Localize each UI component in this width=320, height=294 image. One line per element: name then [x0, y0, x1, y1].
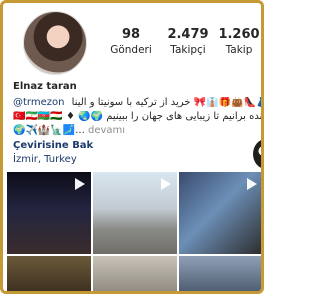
followers-count[interactable]: 2.479 Takipçi [159, 27, 217, 56]
profile-avatar[interactable] [23, 11, 87, 75]
post-tile[interactable] [6, 171, 92, 255]
profile-name: Elnaz taran [13, 81, 77, 92]
bio-mention-link[interactable]: @trmezon [13, 97, 64, 108]
followers-count-label: Takipçi [170, 44, 206, 56]
bio-text-1: 👗👠👜🎁👔🎀 خرید از ترکیه با سونیتا و الینا [71, 97, 261, 108]
following-count[interactable]: 1.260 Takip [215, 27, 261, 56]
posts-count-value: 98 [121, 27, 141, 42]
hand-pointer-icon [253, 139, 261, 169]
translate-link[interactable]: Çevirisine Bak [13, 140, 93, 151]
posts-grid [6, 171, 261, 291]
post-tile[interactable] [178, 171, 261, 255]
location-link[interactable]: İzmir, Turkey [13, 154, 77, 165]
play-icon [75, 178, 85, 190]
following-count-label: Takip [225, 44, 253, 56]
play-icon [247, 178, 257, 190]
followers-count-value: 2.479 [167, 27, 209, 42]
profile-card: 98 Gönderi 2.479 Takipçi 1.260 Takip Eln… [0, 0, 264, 294]
play-icon [161, 178, 171, 190]
bio-more-link[interactable]: devamı [88, 125, 125, 136]
post-tile[interactable] [178, 255, 261, 291]
bio-line-2: 🇹🇷🇮🇷🇦🇿🇹🇯 ♦ 🌏🌍 زنده برآنیم تا زیبایی های … [13, 111, 261, 122]
bio-line-3: 🌍✈️🏰🗽🗾... devamı [13, 125, 125, 136]
bio-text-3: 🌍✈️🏰🗽🗾... [13, 125, 88, 136]
following-count-value: 1.260 [218, 27, 260, 42]
posts-count-label: Gönderi [110, 44, 152, 56]
bio-line-1: @trmezon 👗👠👜🎁👔🎀 خرید از ترکیه با سونیتا … [13, 97, 261, 108]
post-tile[interactable] [6, 255, 92, 291]
post-tile[interactable] [92, 255, 178, 291]
posts-count[interactable]: 98 Gönderi [107, 27, 155, 56]
post-tile[interactable] [92, 171, 178, 255]
